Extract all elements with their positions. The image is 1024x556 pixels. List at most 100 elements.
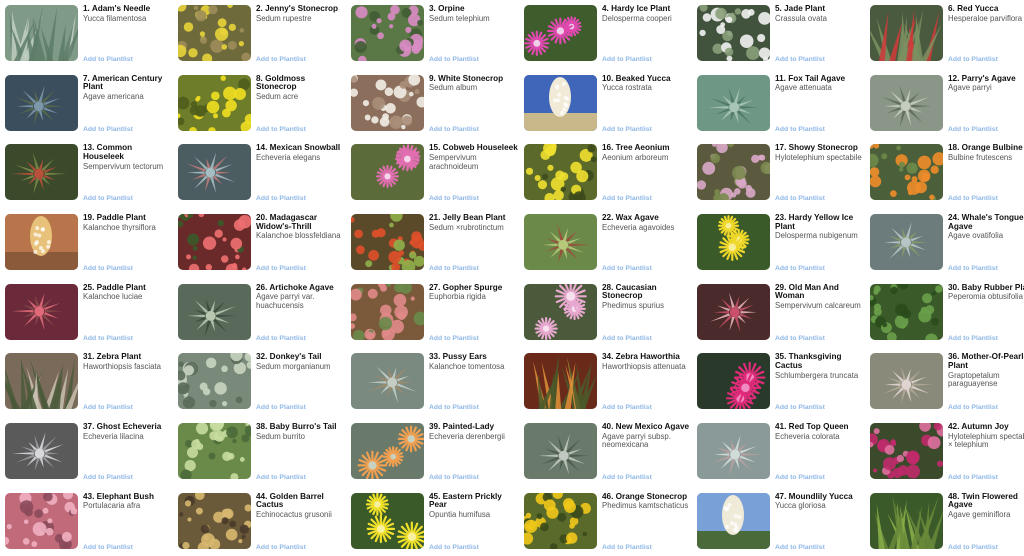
plant-name[interactable]: 10. Beaked Yucca bbox=[602, 74, 691, 84]
add-to-plantlist-link[interactable]: Add to Plantlist bbox=[256, 544, 306, 551]
add-to-plantlist-link[interactable]: Add to Plantlist bbox=[83, 126, 133, 133]
plant-photo-flowers-icon[interactable] bbox=[870, 283, 943, 340]
plant-photo-flowers-icon[interactable] bbox=[524, 492, 597, 549]
plant-card[interactable]: 17. Showy Stonecrop Hylotelephium spectab… bbox=[697, 143, 864, 207]
plant-common-name[interactable]: Baby Burro's Tail bbox=[270, 422, 337, 431]
plant-photo-rosette-icon[interactable] bbox=[5, 144, 78, 201]
plant-card[interactable]: 12. Parry's Agave Agave parryi Add to Plan… bbox=[870, 74, 1024, 138]
add-to-plantlist-link[interactable]: Add to Plantlist bbox=[775, 265, 825, 272]
plant-common-name[interactable]: Orange Bulbine bbox=[962, 143, 1023, 153]
plant-photo-flowers-icon[interactable] bbox=[178, 353, 251, 410]
plant-card[interactable]: 45. Eastern Prickly Pear Opuntia humifusa… bbox=[351, 492, 518, 556]
plant-common-name[interactable]: Jenny's Stonecrop bbox=[265, 4, 338, 13]
plant-card[interactable]: 32. Donkey's Tail Sedum morganianum Add to… bbox=[178, 352, 345, 416]
plant-common-name[interactable]: Moundlily Yucca bbox=[789, 492, 853, 501]
add-to-plantlist-link[interactable]: Add to Plantlist bbox=[256, 195, 306, 202]
plant-common-name[interactable]: Hardy Ice Plant bbox=[611, 4, 670, 13]
plant-name[interactable]: 41. Red Top Queen bbox=[775, 422, 864, 432]
plant-card[interactable]: 39. Painted-Lady Echeveria derenbergii Add… bbox=[351, 422, 518, 486]
plant-card[interactable]: 6. Red Yucca Hesperaloe parviflora Add to … bbox=[870, 4, 1024, 68]
plant-card[interactable]: 20. Madagascar Widow's-Thrill Kalanchoe b… bbox=[178, 213, 345, 277]
plant-name[interactable]: 27. Gopher Spurge bbox=[429, 283, 518, 293]
add-to-plantlist-link[interactable]: Add to Plantlist bbox=[775, 544, 825, 551]
plant-card[interactable]: 21. Jelly Bean Plant Sedum ×rubrotinctum A… bbox=[351, 213, 518, 277]
plant-common-name[interactable]: Zebra Haworthia bbox=[616, 352, 680, 362]
plant-card[interactable]: 10. Beaked Yucca Yucca rostrata Add to Pla… bbox=[524, 74, 691, 138]
add-to-plantlist-link[interactable]: Add to Plantlist bbox=[429, 265, 479, 272]
plant-photo-flowers-icon[interactable] bbox=[178, 74, 251, 131]
plant-name[interactable]: 47. Moundlily Yucca bbox=[775, 492, 864, 502]
plant-card[interactable]: 3. Orpine Sedum telephium Add to Plantlist bbox=[351, 4, 518, 68]
plant-name[interactable]: 11. Fox Tail Agave bbox=[775, 74, 864, 84]
plant-card[interactable]: 28. Caucasian Stonecrop Phedimus spurius A… bbox=[524, 283, 691, 347]
plant-photo-flowers-icon[interactable] bbox=[178, 5, 251, 61]
plant-card[interactable]: 22. Wax Agave Echeveria agavoides Add to P… bbox=[524, 213, 691, 277]
plant-photo-daisy-icon[interactable] bbox=[351, 492, 424, 549]
plant-name[interactable]: 39. Painted-Lady bbox=[429, 422, 518, 432]
plant-card[interactable]: 7. American Century Plant Agave americana… bbox=[5, 74, 172, 138]
plant-photo-flowers-icon[interactable] bbox=[870, 423, 943, 480]
plant-photo-rosette-icon[interactable] bbox=[524, 214, 597, 271]
plant-card[interactable]: 9. White Stonecrop Sedum album Add to Plan… bbox=[351, 74, 518, 138]
plant-common-name[interactable]: White Stonecrop bbox=[438, 74, 503, 83]
plant-common-name[interactable]: American Century Plant bbox=[83, 74, 162, 92]
plant-common-name[interactable]: Paddle Plant bbox=[97, 283, 146, 292]
plant-photo-flowers-icon[interactable] bbox=[524, 144, 597, 201]
plant-card[interactable]: 47. Moundlily Yucca Yucca gloriosa Add to … bbox=[697, 492, 864, 556]
plant-photo-daisy-icon[interactable] bbox=[351, 423, 424, 480]
add-to-plantlist-link[interactable]: Add to Plantlist bbox=[83, 265, 133, 272]
add-to-plantlist-link[interactable]: Add to Plantlist bbox=[83, 335, 133, 342]
plant-card[interactable]: 19. Paddle Plant Kalanchoe thyrsiflora Add… bbox=[5, 213, 172, 277]
plant-card[interactable]: 42. Autumn JoyHylotelephium spectabile ×… bbox=[870, 422, 1024, 486]
plant-name[interactable]: 31. Zebra Plant bbox=[83, 353, 172, 362]
plant-card[interactable]: 30. Baby Rubber PlantPeperomia obtusifol… bbox=[870, 283, 1024, 347]
plant-name[interactable]: 25. Paddle Plant bbox=[83, 283, 172, 293]
add-to-plantlist-link[interactable]: Add to Plantlist bbox=[775, 404, 825, 411]
plant-common-name[interactable]: Mother-Of-Pearl-Plant bbox=[948, 352, 1024, 370]
add-to-plantlist-link[interactable]: Add to Plantlist bbox=[256, 404, 306, 411]
plant-common-name[interactable]: Autumn Joy bbox=[961, 422, 1008, 431]
plant-name[interactable]: 16. Tree Aeonium bbox=[602, 144, 691, 153]
plant-name[interactable]: 30. Baby Rubber Plant bbox=[948, 283, 1024, 293]
plant-name[interactable]: 48. Twin Flowered Agave bbox=[948, 492, 1024, 510]
plant-card[interactable]: 31. Zebra Plant Haworthiopsis fasciata Add… bbox=[5, 352, 172, 416]
plant-common-name[interactable]: Goldmoss Stonecrop bbox=[256, 74, 305, 92]
plant-photo-daisy-icon[interactable] bbox=[697, 214, 770, 271]
add-to-plantlist-link[interactable]: Add to Plantlist bbox=[602, 404, 652, 411]
plant-name[interactable]: 32. Donkey's Tail bbox=[256, 353, 345, 362]
plant-common-name[interactable]: Mexican Snowball bbox=[270, 143, 341, 153]
plant-photo-rosette-icon[interactable] bbox=[697, 283, 770, 340]
plant-name[interactable]: 5. Jade Plant bbox=[775, 4, 864, 14]
plant-common-name[interactable]: Baby Rubber Plant bbox=[962, 283, 1024, 292]
plant-card[interactable]: 26. Artichoke Agave Agave parryi var. hua… bbox=[178, 283, 345, 347]
add-to-plantlist-link[interactable]: Add to Plantlist bbox=[256, 474, 306, 481]
add-to-plantlist-link[interactable]: Add to Plantlist bbox=[256, 126, 306, 133]
plant-card[interactable]: 40. New Mexico Agave Agave parryi subsp. … bbox=[524, 422, 691, 486]
plant-photo-rosette-icon[interactable] bbox=[178, 144, 251, 201]
plant-common-name[interactable]: Tree Aeonium bbox=[616, 143, 670, 153]
plant-photo-spike-bloom-icon[interactable] bbox=[5, 214, 78, 271]
plant-common-name[interactable]: Jade Plant bbox=[784, 4, 825, 13]
plant-card[interactable]: 35. Thanksgiving Cactus Schlumbergera tru… bbox=[697, 352, 864, 416]
plant-card[interactable]: 46. Orange Stonecrop Phedimus kamtschatic… bbox=[524, 492, 691, 556]
add-to-plantlist-link[interactable]: Add to Plantlist bbox=[948, 265, 998, 272]
plant-common-name[interactable]: Zebra Plant bbox=[97, 352, 142, 362]
add-to-plantlist-link[interactable]: Add to Plantlist bbox=[602, 126, 652, 133]
add-to-plantlist-link[interactable]: Add to Plantlist bbox=[948, 126, 998, 133]
add-to-plantlist-link[interactable]: Add to Plantlist bbox=[602, 474, 652, 481]
add-to-plantlist-link[interactable]: Add to Plantlist bbox=[948, 544, 998, 551]
add-to-plantlist-link[interactable]: Add to Plantlist bbox=[83, 195, 133, 202]
plant-common-name[interactable]: Hardy Yellow Ice Plant bbox=[775, 213, 853, 231]
plant-photo-flowers-icon[interactable] bbox=[351, 214, 424, 271]
plant-common-name[interactable]: Orange Stonecrop bbox=[616, 492, 687, 501]
plant-name[interactable]: 22. Wax Agave bbox=[602, 213, 691, 223]
plant-photo-rosette-icon[interactable] bbox=[697, 74, 770, 131]
plant-name[interactable]: 24. Whale's Tongue Agave bbox=[948, 213, 1024, 231]
add-to-plantlist-link[interactable]: Add to Plantlist bbox=[602, 335, 652, 342]
plant-name[interactable]: 21. Jelly Bean Plant bbox=[429, 213, 518, 223]
plant-common-name[interactable]: Fox Tail Agave bbox=[788, 74, 845, 83]
plant-photo-flowers-icon[interactable] bbox=[5, 492, 78, 549]
plant-card[interactable]: 14. Mexican Snowball Echeveria elegans Add… bbox=[178, 143, 345, 207]
add-to-plantlist-link[interactable]: Add to Plantlist bbox=[429, 335, 479, 342]
plant-name[interactable]: 7. American Century Plant bbox=[83, 74, 172, 92]
